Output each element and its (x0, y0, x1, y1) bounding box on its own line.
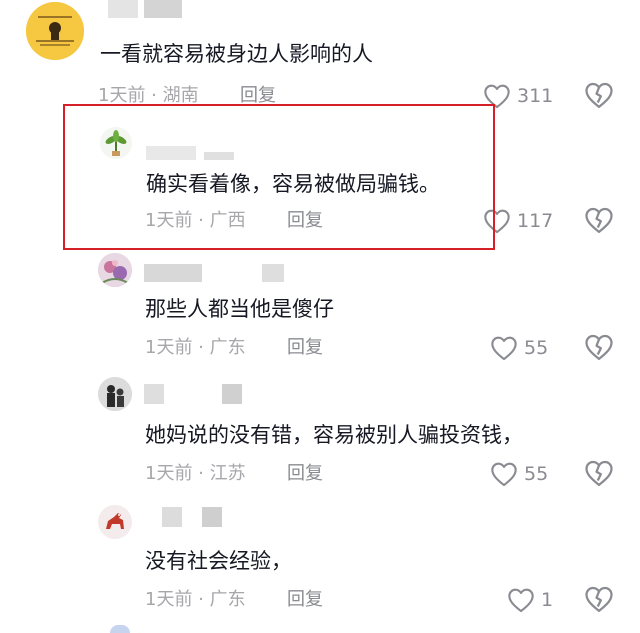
broken-heart-icon (585, 82, 613, 108)
dislike-button[interactable] (584, 206, 614, 236)
avatar[interactable] (98, 505, 132, 539)
username-badge (144, 0, 182, 18)
dislike-button[interactable] (584, 459, 614, 489)
next-comment-avatar (110, 625, 130, 633)
broken-heart-icon (585, 586, 613, 612)
comment-meta: 1天前 · 广东 (145, 589, 246, 610)
broken-heart-icon (585, 334, 613, 360)
like-count: 1 (541, 589, 554, 611)
like-count: 55 (524, 463, 549, 485)
like-button[interactable]: 55 (490, 459, 548, 489)
comment-text: 她妈说的没有错，容易被别人骗投资钱， (145, 423, 523, 447)
broken-heart-icon (585, 207, 613, 233)
reply-button[interactable]: 回复 (287, 462, 323, 486)
comment-meta: 1天前 · 江苏 (145, 463, 246, 484)
like-button[interactable]: 55 (490, 333, 548, 363)
comment-text: 没有社会经验， (145, 549, 292, 573)
username-badge (202, 507, 222, 527)
horse-avatar-icon (98, 505, 132, 539)
like-count: 311 (517, 85, 554, 107)
username-badge (222, 384, 242, 404)
like-count: 55 (524, 337, 549, 359)
avatar[interactable] (98, 377, 132, 411)
reply-button[interactable]: 回复 (287, 336, 323, 360)
heart-icon (491, 336, 517, 361)
heart-icon (508, 588, 534, 613)
dislike-button[interactable] (584, 585, 614, 615)
like-count: 117 (517, 210, 554, 232)
like-button[interactable]: 1 (507, 585, 553, 615)
yellow-text-avatar-icon (26, 2, 84, 60)
reply-button[interactable]: 回复 (287, 588, 323, 612)
username[interactable] (108, 0, 138, 18)
dislike-button[interactable] (584, 81, 614, 111)
username[interactable] (162, 507, 182, 527)
broken-heart-icon (585, 460, 613, 486)
comment-text: 一看就容易被身边人影响的人 (100, 42, 373, 66)
heart-icon (491, 462, 517, 487)
people-avatar-icon (98, 377, 132, 411)
comment-meta: 1天前 · 广东 (145, 337, 246, 358)
avatar[interactable] (26, 2, 84, 60)
username[interactable] (144, 264, 202, 282)
comment-text: 那些人都当他是傻仔 (145, 297, 334, 321)
username[interactable] (144, 384, 164, 404)
username-badge (262, 264, 284, 282)
highlight-box (63, 104, 495, 250)
avatar[interactable] (98, 253, 132, 287)
dislike-button[interactable] (584, 333, 614, 363)
floral-avatar-icon (98, 253, 132, 287)
